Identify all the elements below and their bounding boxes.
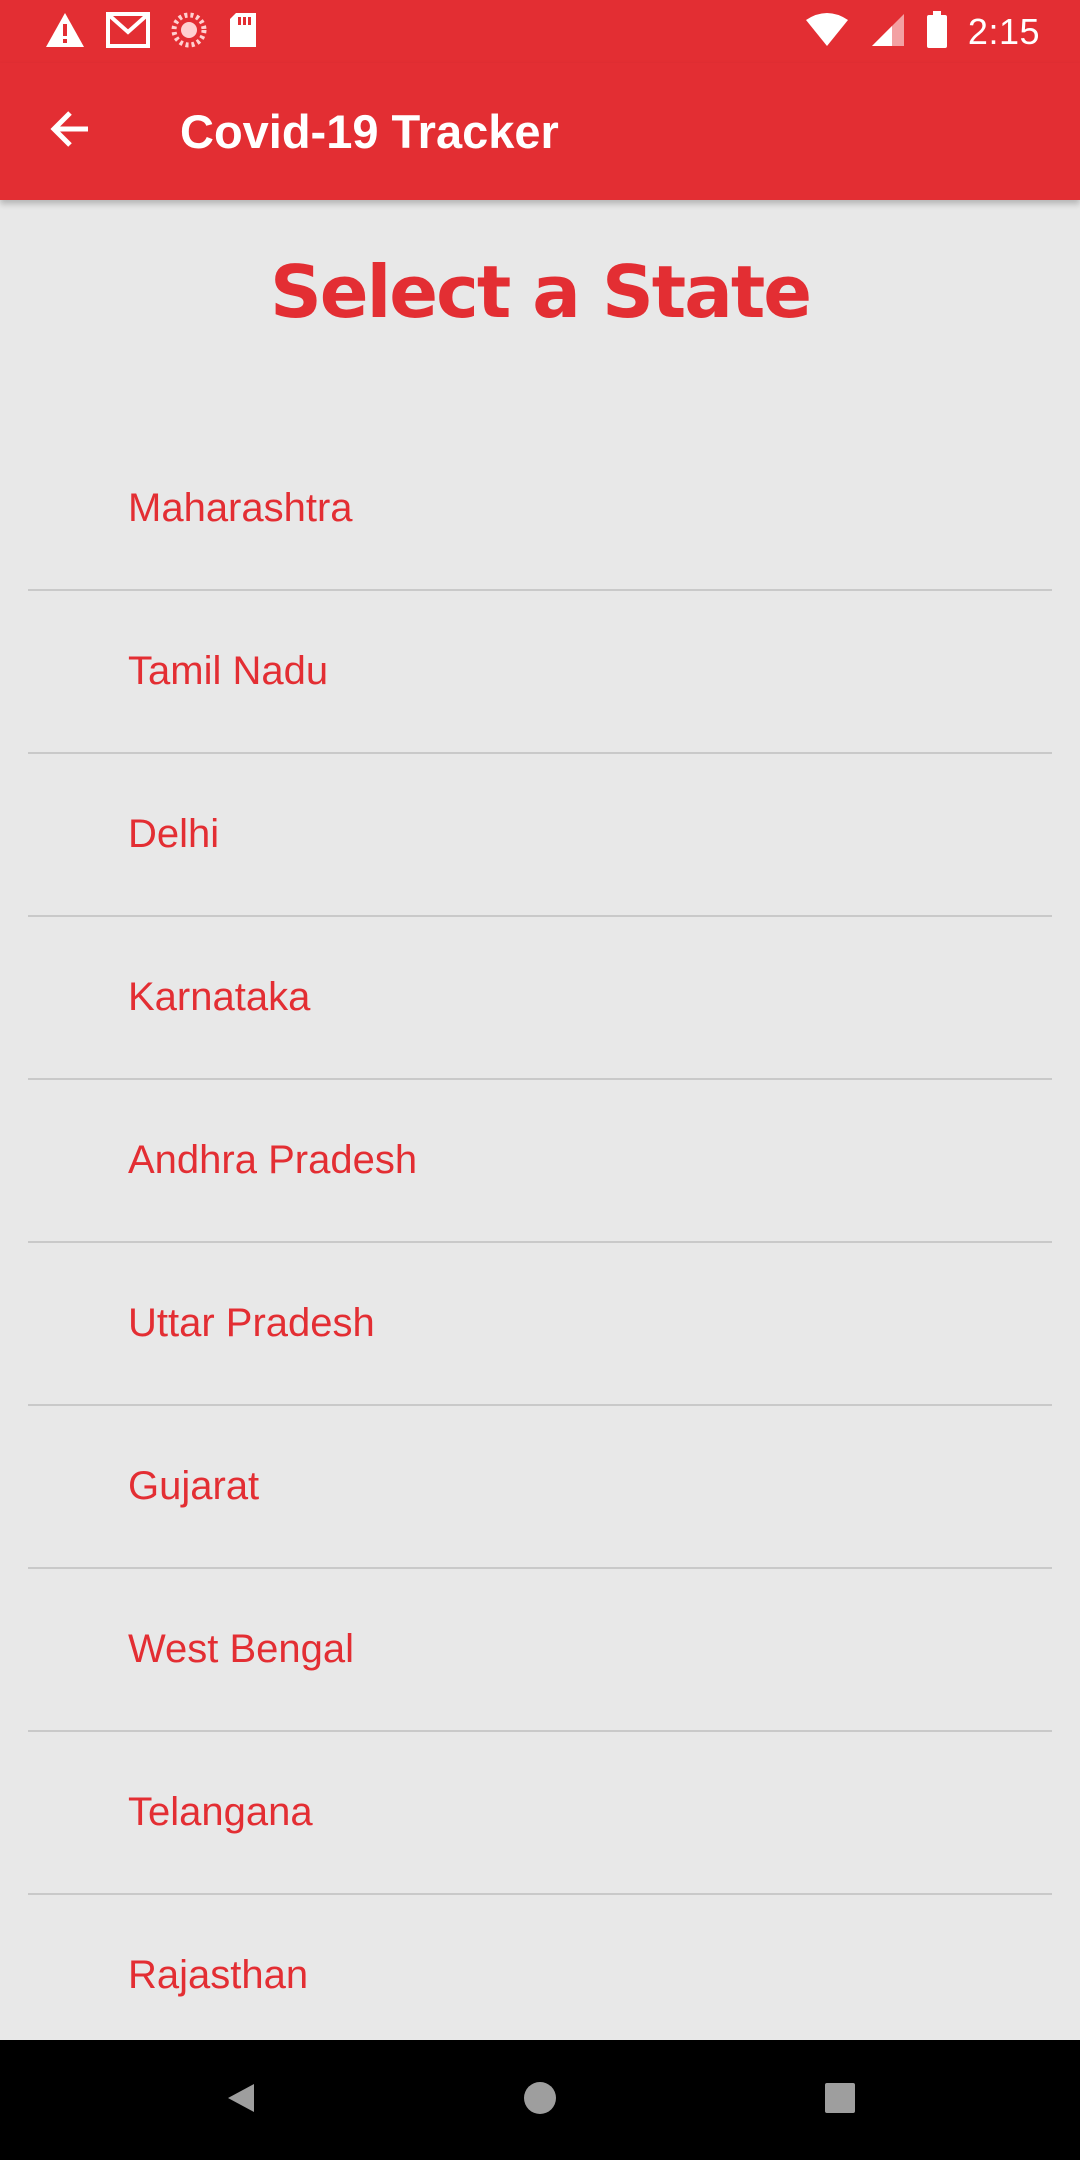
list-item-state[interactable]: Delhi — [28, 754, 1052, 917]
list-item-state[interactable]: Gujarat — [28, 1406, 1052, 1569]
sync-icon — [170, 11, 208, 54]
list-item-state[interactable]: Rajasthan — [28, 1895, 1052, 2040]
warning-icon — [44, 11, 86, 54]
state-label: Uttar Pradesh — [128, 1301, 375, 1345]
state-label: Andhra Pradesh — [128, 1138, 418, 1182]
nav-recents-button[interactable] — [800, 2060, 880, 2140]
battery-icon — [926, 10, 948, 54]
home-circle-icon — [522, 2080, 558, 2121]
back-triangle-icon — [222, 2080, 258, 2121]
list-item-state[interactable]: Maharashtra — [28, 428, 1052, 591]
list-item-state[interactable]: Uttar Pradesh — [28, 1243, 1052, 1406]
status-bar: 2:15 — [0, 0, 1080, 63]
state-label: Telangana — [128, 1790, 313, 1834]
recents-square-icon — [822, 2080, 858, 2121]
state-label: Maharashtra — [128, 486, 353, 530]
state-label: West Bengal — [128, 1627, 355, 1671]
page-title: Select a State — [269, 250, 812, 334]
list-item-state[interactable]: Karnataka — [28, 917, 1052, 1080]
cell-signal-icon — [870, 12, 906, 53]
sd-card-icon — [228, 11, 258, 54]
wifi-icon — [804, 12, 850, 53]
app-title: Covid-19 Tracker — [180, 105, 559, 158]
gmail-icon — [106, 11, 150, 53]
state-label: Delhi — [128, 812, 220, 856]
state-label: Gujarat — [128, 1464, 260, 1508]
state-label: Tamil Nadu — [128, 649, 329, 693]
status-left-icons — [44, 10, 258, 54]
nav-home-button[interactable] — [500, 2060, 580, 2140]
state-label: Karnataka — [128, 975, 311, 1019]
list-item-state[interactable]: Tamil Nadu — [28, 591, 1052, 754]
nav-back-button[interactable] — [200, 2060, 280, 2140]
list-item-state[interactable]: Andhra Pradesh — [28, 1080, 1052, 1243]
arrow-back-icon — [48, 107, 92, 156]
list-item-state[interactable]: Telangana — [28, 1732, 1052, 1895]
system-nav-bar — [0, 2040, 1080, 2160]
status-right-icons: 2:15 — [804, 8, 1040, 56]
status-time: 2:15 — [967, 11, 1040, 52]
state-list[interactable]: Maharashtra Tamil Nadu Delhi Karnataka A… — [28, 428, 1052, 2040]
state-label: Rajasthan — [128, 1953, 309, 1997]
app-bar: Covid-19 Tracker — [0, 63, 1080, 200]
back-button[interactable] — [30, 91, 110, 171]
list-item-state[interactable]: West Bengal — [28, 1569, 1052, 1732]
